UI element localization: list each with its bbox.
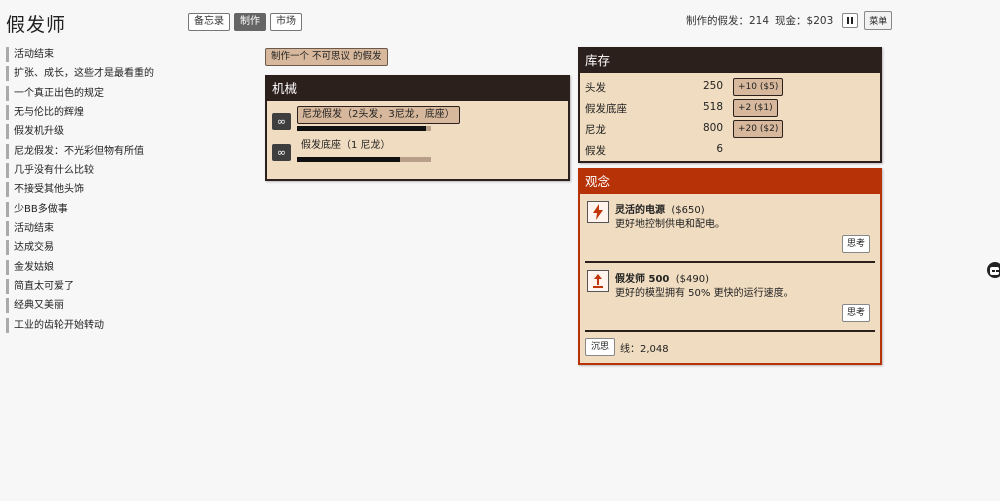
wigs-made-label: 制作的假发： <box>686 15 749 27</box>
inventory-row: 假发底座 518 +2 ($1) <box>585 99 875 117</box>
app-title: 假发师 <box>6 14 67 36</box>
cash-label: 现金： <box>775 15 807 27</box>
main-tabs: 备忘录 制作 市场 <box>188 13 302 31</box>
pause-button[interactable] <box>842 13 859 28</box>
event-history: 活动结束 扩张、成长，这些才是最看重的 一个真正出色的规定 无与伦比的辉煌 假发… <box>6 47 206 337</box>
inventory-panel: 库存 头发 250 +10 ($5) 假发底座 518 +2 ($1) 尼龙 8… <box>578 47 882 163</box>
history-item: 工业的齿轮开始转动 <box>6 317 206 333</box>
think-button[interactable]: 思考 <box>841 235 870 253</box>
ponder-button[interactable]: 沉思 <box>585 338 616 356</box>
history-item: 活动结束 <box>6 221 206 237</box>
infinity-icon[interactable]: ∞ <box>272 113 291 130</box>
history-item: 几乎没有什么比较 <box>6 163 206 179</box>
inventory-item-count: 250 <box>702 80 723 92</box>
inventory-row: 假发 6 <box>585 141 875 159</box>
menu-button[interactable]: 菜单 <box>864 11 893 30</box>
machines-title: 机械 <box>267 77 568 101</box>
lines-label: 线： <box>620 344 640 355</box>
history-item: 假发机升级 <box>6 124 206 140</box>
ideas-panel: 观念 灵活的电源 ($650) 更好地控制供电和配电。 思考 假发师 500 (… <box>578 168 882 365</box>
machines-panel: 机械 ∞ 尼龙假发（2头发，3尼龙，底座） ∞ 假发底座（1 尼龙） <box>265 75 570 181</box>
lightning-icon <box>587 201 609 223</box>
inventory-item-name: 尼龙 <box>585 124 606 136</box>
tab-make[interactable]: 制作 <box>234 13 266 31</box>
history-item: 活动结束 <box>6 47 206 62</box>
buy-nylon-button[interactable]: +20 ($2) <box>733 120 784 138</box>
idea-card: 假发师 500 ($490) 更好的模型拥有 50% 更快的运行速度。 思考 <box>585 270 875 322</box>
history-item: 不接受其他头饰 <box>6 182 206 198</box>
history-item: 经典又美丽 <box>6 298 206 314</box>
pause-icon <box>847 17 850 24</box>
inventory-item-name: 头发 <box>585 82 606 94</box>
status-bar: 制作的假发： 214 现金： $203 菜单 <box>686 11 893 30</box>
inventory-item-name: 假发底座 <box>585 103 627 115</box>
inventory-item-count: 800 <box>702 122 723 134</box>
inventory-item-name: 假发 <box>585 145 606 157</box>
buy-wig-base-button[interactable]: +2 ($1) <box>733 99 778 117</box>
inventory-row: 头发 250 +10 ($5) <box>585 78 875 96</box>
cash-value: $203 <box>806 14 834 27</box>
divider <box>585 330 875 332</box>
divider <box>585 261 875 263</box>
history-item: 无与伦比的辉煌 <box>6 105 206 121</box>
machine-progress <box>297 157 431 162</box>
machine-progress-fill <box>297 126 426 131</box>
inventory-row: 尼龙 800 +20 ($2) <box>585 120 875 138</box>
history-item: 金发姑娘 <box>6 259 206 275</box>
idea-description: 更好的模型拥有 50% 更快的运行速度。 <box>615 288 794 299</box>
infinity-icon[interactable]: ∞ <box>272 144 291 161</box>
inventory-item-count: 6 <box>716 143 723 155</box>
mascot-icon[interactable] <box>987 262 1000 278</box>
think-button[interactable]: 思考 <box>841 304 870 322</box>
idea-description: 更好地控制供电和配电。 <box>615 219 725 230</box>
tab-notes[interactable]: 备忘录 <box>188 13 230 31</box>
history-item: 达成交易 <box>6 240 206 256</box>
lines-value: 2,048 <box>640 344 669 355</box>
idea-card: 灵活的电源 ($650) 更好地控制供电和配电。 思考 <box>585 201 875 253</box>
wigs-made-count: 214 <box>749 14 770 27</box>
history-item: 尼龙假发：不光彩但物有所值 <box>6 143 206 159</box>
buy-hair-button[interactable]: +10 ($5) <box>733 78 784 96</box>
make-wig-button[interactable]: 制作一个 不可思议 的假发 <box>265 48 388 66</box>
idea-title: 灵活的电源 ($650) <box>615 201 705 216</box>
ideas-title: 观念 <box>580 170 880 194</box>
history-item: 扩张、成长，这些才是最看重的 <box>6 66 206 82</box>
history-item: 少BB多做事 <box>6 201 206 217</box>
machine-progress-fill <box>297 157 401 162</box>
idea-title: 假发师 500 ($490) <box>615 270 709 285</box>
lines-counter: 线：2,048 <box>620 340 669 355</box>
history-item: 一个真正出色的规定 <box>6 85 206 101</box>
inventory-item-count: 518 <box>702 101 723 113</box>
upgrade-arrow-icon <box>587 270 609 292</box>
history-item: 简直太可爱了 <box>6 279 206 295</box>
tab-market[interactable]: 市场 <box>270 13 302 31</box>
inventory-title: 库存 <box>580 49 880 73</box>
machine-progress <box>297 126 431 131</box>
machine-label: 假发底座（1 尼龙） <box>301 140 391 151</box>
machine-label[interactable]: 尼龙假发（2头发，3尼龙，底座） <box>297 106 460 124</box>
